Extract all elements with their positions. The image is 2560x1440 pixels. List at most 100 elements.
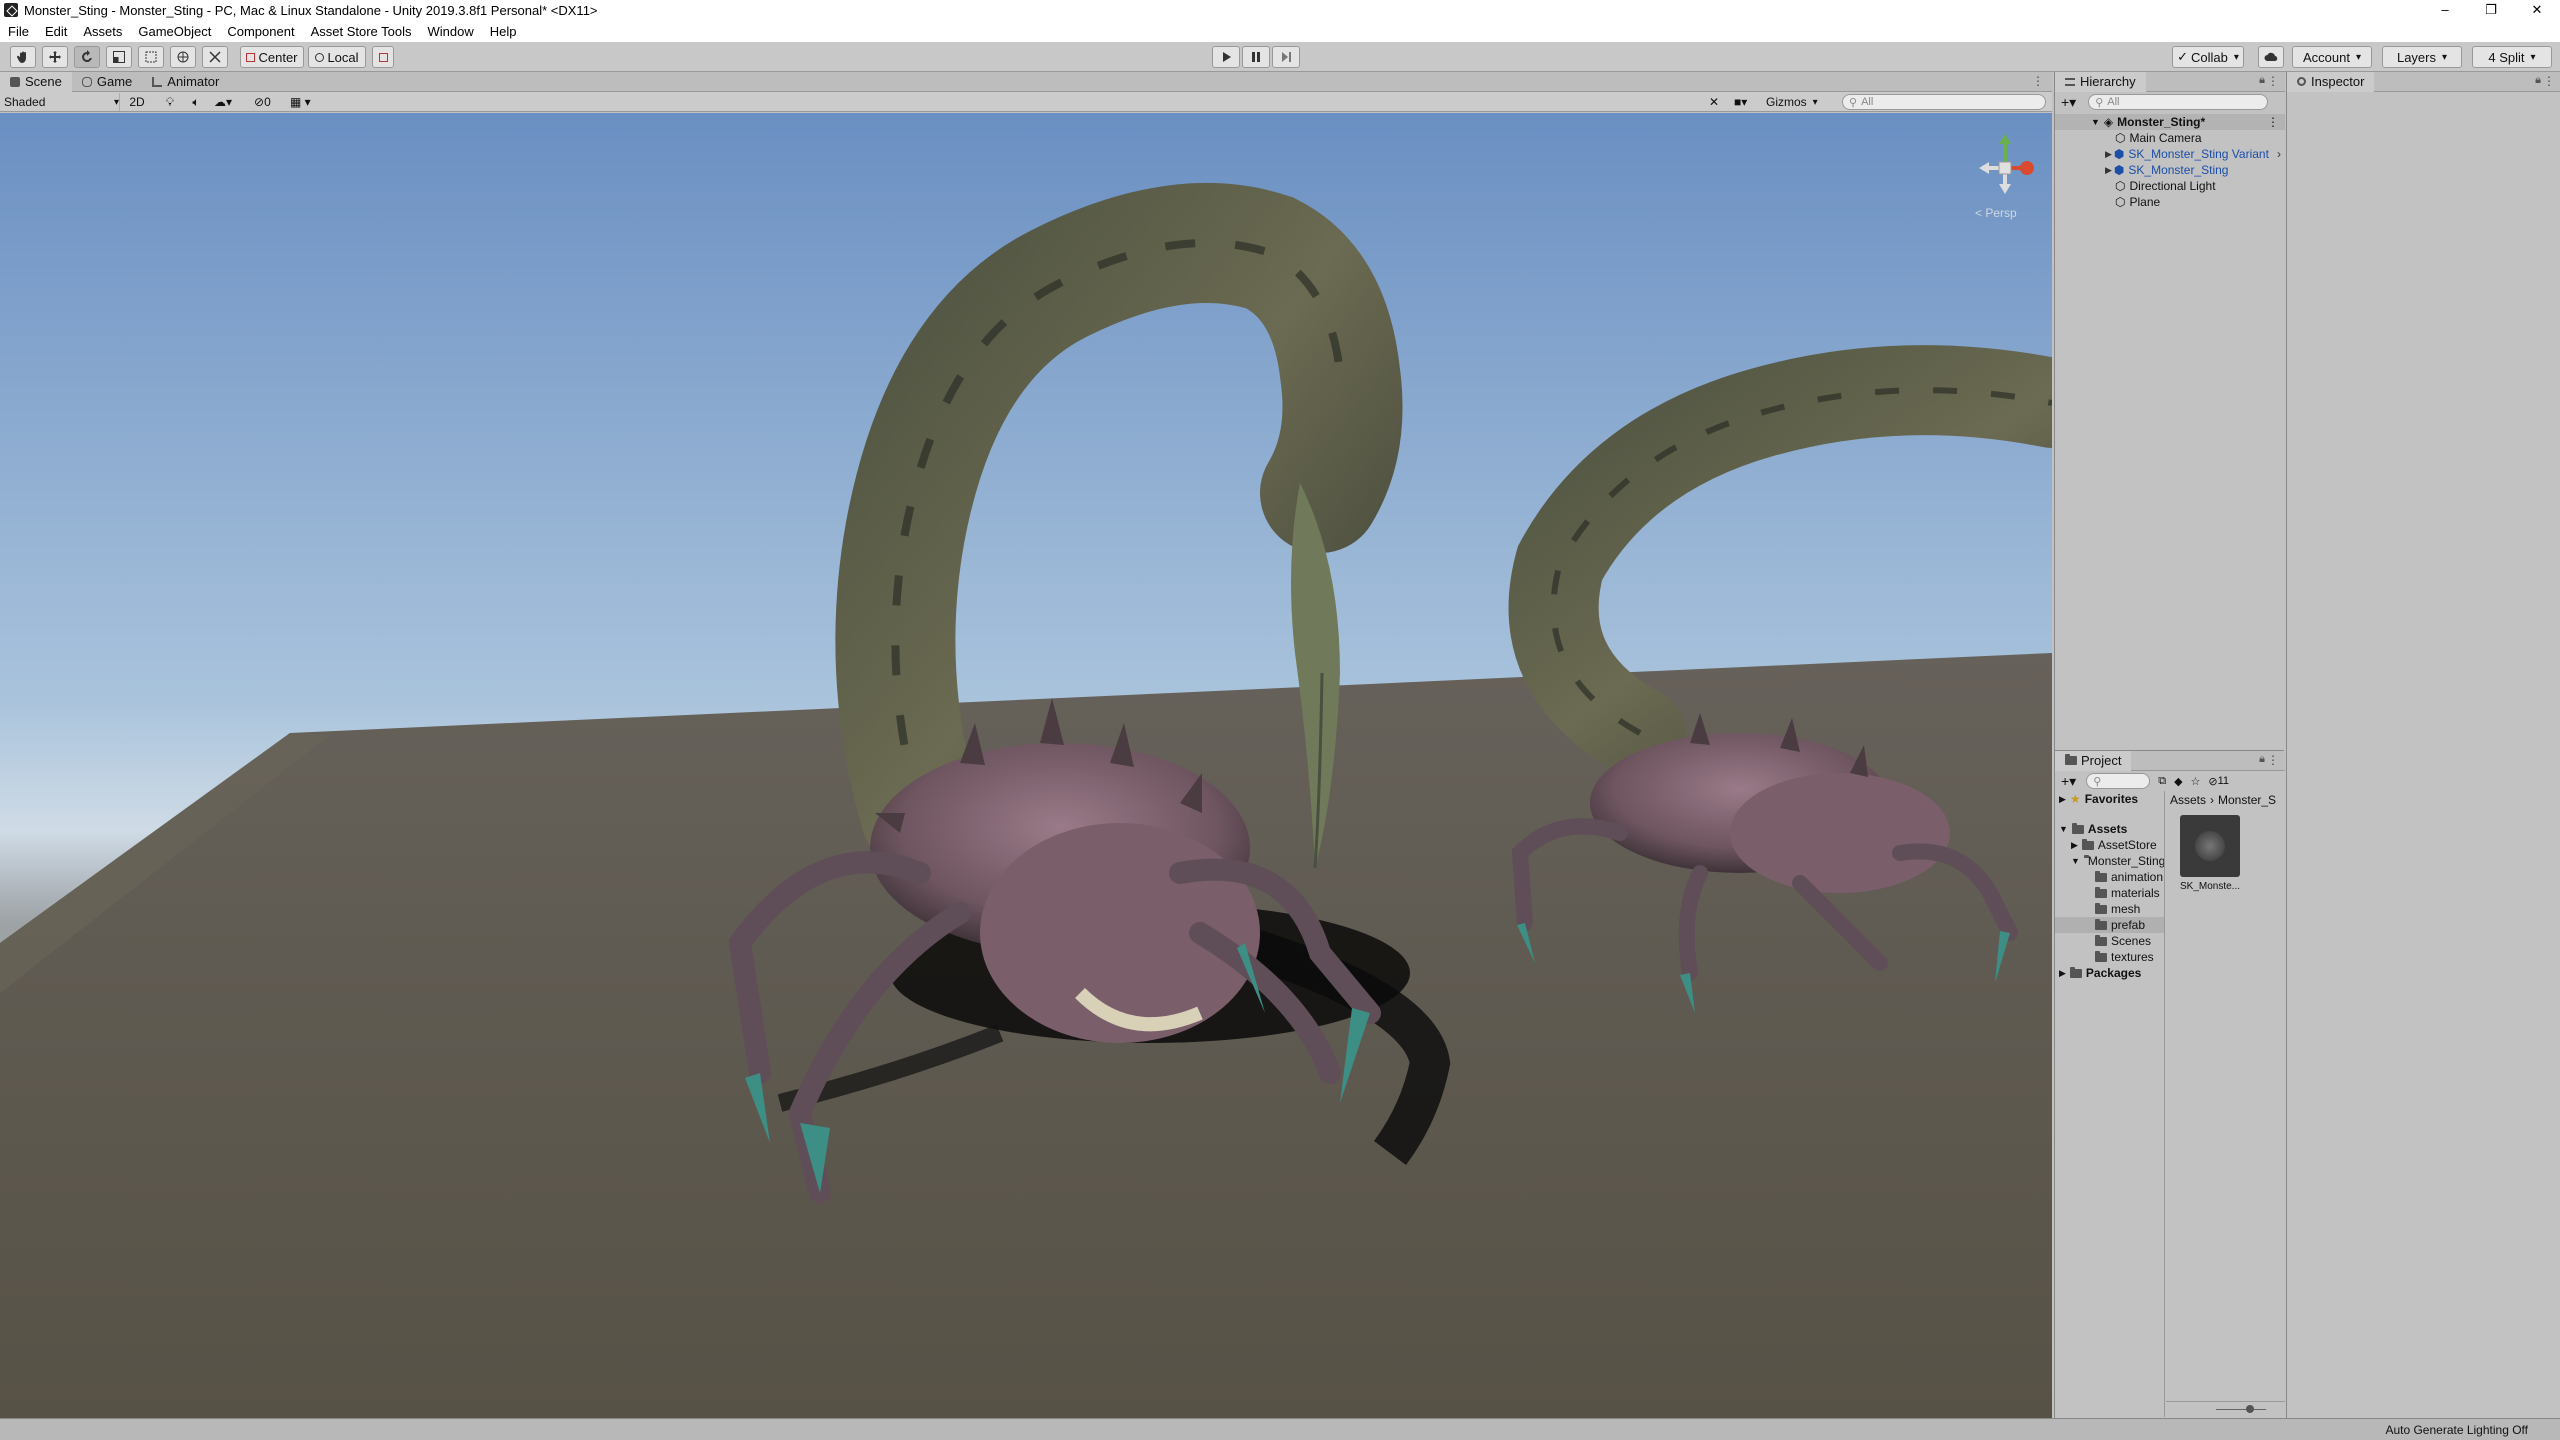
cloud-services-button[interactable] xyxy=(2258,46,2284,68)
audio-toggle[interactable]: 🔈︎ xyxy=(188,93,204,111)
folder-row-materials[interactable]: materials xyxy=(2055,885,2164,901)
perspective-label[interactable]: < Persp xyxy=(1975,206,2017,220)
move-tool-button[interactable] xyxy=(42,46,68,68)
create-plus-icon[interactable]: +▾ xyxy=(2061,773,2076,790)
minimize-button[interactable]: – xyxy=(2422,0,2468,20)
favorites-row[interactable]: ▶ ★ Favorites xyxy=(2055,791,2164,807)
menu-asset-store-tools[interactable]: Asset Store Tools xyxy=(311,24,412,39)
grid-dropdown[interactable]: ▦ ▾ xyxy=(290,93,330,111)
hierarchy-item-sk-monster-sting[interactable]: ▶ ⬢ SK_Monster_Sting xyxy=(2055,162,2285,178)
2d-mode-toggle[interactable]: 2D xyxy=(126,93,148,111)
assets-root-row[interactable]: ▼ Assets xyxy=(2055,821,2164,837)
tab-game[interactable]: Game xyxy=(72,72,142,92)
project-search-input[interactable]: ⚲ xyxy=(2086,773,2151,789)
project-menu-icon[interactable]: ⋮ xyxy=(2267,753,2279,767)
search-by-type-icon[interactable]: ⧉ xyxy=(2158,775,2166,788)
restore-button[interactable]: ❐ xyxy=(2468,0,2514,20)
effects-icon: ☁︎▾ xyxy=(214,95,233,109)
breadcrumb-assets[interactable]: Assets xyxy=(2170,793,2206,807)
hierarchy-scene-row[interactable]: ▼ ◈ Monster_Sting* ⋮ xyxy=(2055,114,2285,130)
folder-row-scenes[interactable]: Scenes xyxy=(2055,933,2164,949)
space-label: Local xyxy=(327,49,359,65)
expand-arrow-icon[interactable]: ▶ xyxy=(2105,165,2112,176)
menu-assets[interactable]: Assets xyxy=(83,24,122,39)
breadcrumb-current[interactable]: Monster_S xyxy=(2218,793,2276,807)
rect-tool-icon xyxy=(145,51,157,63)
rect-tool-button[interactable] xyxy=(138,46,164,68)
scene-menu-icon[interactable]: ⋮ xyxy=(2032,74,2044,88)
close-button[interactable]: ✕ xyxy=(2514,0,2560,20)
expand-arrow-icon[interactable]: ▶ xyxy=(2105,149,2112,160)
rotate-tool-button[interactable] xyxy=(74,46,100,68)
hidden-objects-toggle[interactable]: ⊘ 0 xyxy=(254,93,286,111)
play-button[interactable] xyxy=(1212,46,1240,68)
tab-animator[interactable]: Animator xyxy=(142,72,229,92)
expand-arrow-icon[interactable]: ▶ xyxy=(2071,840,2078,851)
camera-settings-dropdown[interactable]: ■▾ xyxy=(1734,93,1760,111)
grid-snap-button[interactable] xyxy=(372,46,394,68)
menu-help[interactable]: Help xyxy=(490,24,517,39)
scene-tools-toggle[interactable]: ✕ xyxy=(1706,93,1722,111)
lock-icon[interactable]: 🔒︎ xyxy=(2535,74,2541,87)
hidden-packages-icon[interactable]: ⊘ xyxy=(2208,775,2217,788)
lighting-toggle[interactable]: 💡︎ xyxy=(162,93,178,111)
tab-hierarchy[interactable]: Hierarchy xyxy=(2055,71,2146,92)
gameobject-cube-icon: ⬡ xyxy=(2115,195,2126,209)
folder-row-prefab[interactable]: prefab xyxy=(2055,917,2164,933)
hierarchy-item-sk-monster-sting-variant[interactable]: ▶ ⬢ SK_Monster_Sting Variant › xyxy=(2055,146,2285,162)
scene-search-input[interactable]: ⚲ All xyxy=(1842,94,2046,110)
hierarchy-search-input[interactable]: ⚲ All xyxy=(2088,94,2269,110)
pivot-center-toggle[interactable]: Center xyxy=(240,46,304,68)
hierarchy-menu-icon[interactable]: ⋮ xyxy=(2267,74,2279,88)
layout-dropdown[interactable]: 4 Split xyxy=(2472,46,2552,68)
expand-arrow-icon[interactable]: ▶ xyxy=(2059,794,2066,805)
pivot-local-toggle[interactable]: Local xyxy=(308,46,366,68)
zoom-slider-track[interactable] xyxy=(2216,1409,2266,1410)
menu-gameobject[interactable]: GameObject xyxy=(138,24,211,39)
folder-row-animation[interactable]: animation xyxy=(2055,869,2164,885)
inspector-menu-icon[interactable]: ⋮ xyxy=(2543,74,2555,88)
lock-icon[interactable]: 🔒︎ xyxy=(2259,74,2265,87)
custom-tool-button[interactable] xyxy=(202,46,228,68)
hierarchy-item-directional-light[interactable]: ⬡ Directional Light xyxy=(2055,178,2285,194)
expand-arrow-icon[interactable]: ▼ xyxy=(2071,856,2080,866)
scene-menu-icon[interactable]: ⋮ xyxy=(2267,115,2279,129)
menu-file[interactable]: File xyxy=(8,24,29,39)
search-by-label-icon[interactable]: ◆ xyxy=(2174,775,2182,788)
folder-row-textures[interactable]: textures xyxy=(2055,949,2164,965)
zoom-slider-thumb[interactable] xyxy=(2246,1405,2254,1413)
packages-row[interactable]: ▶ Packages xyxy=(2055,965,2164,981)
tab-project[interactable]: Project xyxy=(2055,750,2132,771)
open-prefab-chevron-icon[interactable]: › xyxy=(2277,147,2281,161)
effects-dropdown[interactable]: ☁︎▾ xyxy=(214,93,244,111)
shading-mode-dropdown[interactable]: Shaded xyxy=(2,93,120,111)
expand-arrow-icon[interactable]: ▶ xyxy=(2059,968,2066,979)
collab-dropdown[interactable]: ✓ Collab xyxy=(2172,46,2244,68)
favorite-star-icon[interactable]: ☆ xyxy=(2191,775,2201,788)
hierarchy-tab-bar: Hierarchy 🔒︎ ⋮ xyxy=(2055,71,2285,92)
account-dropdown[interactable]: Account xyxy=(2292,46,2372,68)
folder-row-mesh[interactable]: mesh xyxy=(2055,901,2164,917)
folder-row-assetstore[interactable]: ▶ AssetStore xyxy=(2055,837,2164,853)
asset-thumbnail[interactable] xyxy=(2180,815,2240,877)
folder-row-monster-sting[interactable]: ▼ Monster_Sting xyxy=(2055,853,2164,869)
scene-viewport[interactable]: < Persp xyxy=(0,113,2052,1418)
menu-edit[interactable]: Edit xyxy=(45,24,67,39)
tab-inspector[interactable]: Inspector xyxy=(2287,71,2375,92)
scale-tool-button[interactable] xyxy=(106,46,132,68)
hand-tool-button[interactable] xyxy=(10,46,36,68)
hierarchy-item-plane[interactable]: ⬡ Plane xyxy=(2055,194,2285,210)
expand-arrow-icon[interactable]: ▼ xyxy=(2059,824,2068,834)
menu-window[interactable]: Window xyxy=(428,24,474,39)
step-button[interactable] xyxy=(1272,46,1300,68)
tab-scene[interactable]: Scene xyxy=(0,71,72,92)
gizmos-dropdown[interactable]: Gizmos xyxy=(1766,93,1832,111)
transform-tool-button[interactable] xyxy=(170,46,196,68)
menu-component[interactable]: Component xyxy=(227,24,294,39)
layers-dropdown[interactable]: Layers xyxy=(2382,46,2462,68)
create-plus-icon[interactable]: +▾ xyxy=(2061,94,2076,111)
hierarchy-item-main-camera[interactable]: ⬡ Main Camera xyxy=(2055,130,2285,146)
lock-icon[interactable]: 🔒︎ xyxy=(2259,753,2265,766)
expand-arrow-icon[interactable]: ▼ xyxy=(2091,117,2100,127)
pause-button[interactable] xyxy=(1242,46,1270,68)
